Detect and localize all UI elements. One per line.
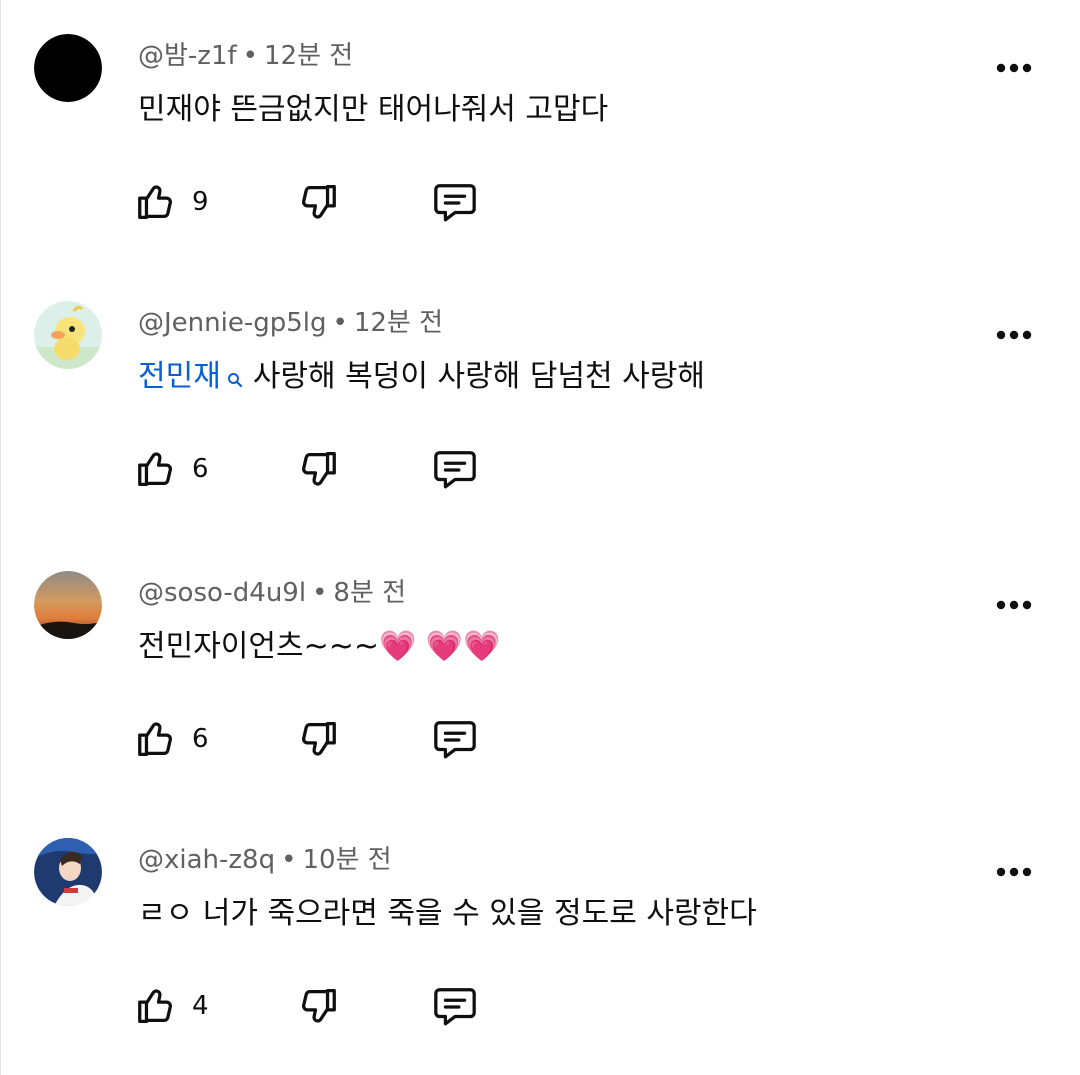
more-vertical-dots-icon	[996, 867, 1032, 877]
comment-icon	[434, 184, 476, 222]
more-options-button[interactable]	[994, 585, 1034, 625]
comment-actions: 6	[134, 715, 494, 763]
thumbs-down-icon	[302, 452, 336, 486]
comment-item: @xiah-z8q • 10분 전 ㄹㅇ 너가 죽으라면 죽을 수 있을 정도로 사…	[0, 804, 1080, 1071]
avatar[interactable]	[34, 571, 102, 639]
dislike-button[interactable]	[294, 178, 340, 226]
avatar-black-image	[34, 34, 102, 102]
dislike-button[interactable]	[294, 982, 340, 1030]
mention-link[interactable]: 전민재	[138, 359, 221, 394]
avatar[interactable]	[34, 838, 102, 906]
comment-time[interactable]: 10분 전	[302, 845, 391, 875]
comment-author[interactable]: @Jennie-gp5lg	[138, 308, 327, 338]
avatar-person-image	[34, 838, 102, 906]
thumbs-up-icon	[138, 452, 172, 486]
comment-meta: @밤-z1f • 12분 전	[138, 38, 353, 74]
more-vertical-dots-icon	[996, 600, 1032, 610]
meta-separator: •	[332, 308, 348, 338]
comment-meta: @xiah-z8q • 10분 전	[138, 842, 392, 878]
reply-button[interactable]	[430, 445, 480, 493]
thumbs-up-icon	[138, 989, 172, 1023]
thumbs-up-icon	[138, 185, 172, 219]
more-options-button[interactable]	[994, 315, 1034, 355]
comment-item: @밤-z1f • 12분 전 민재야 뜬금없지만 태어나줘서 고맙다 9	[0, 0, 1080, 267]
avatar[interactable]	[34, 34, 102, 102]
dislike-button[interactable]	[294, 445, 340, 493]
comment-text-row: 전민재 사랑해 복덩이 사랑해 담넘천 사랑해	[138, 355, 705, 401]
comment-author[interactable]: @xiah-z8q	[138, 845, 275, 875]
like-button[interactable]: 6	[134, 445, 209, 493]
more-options-button[interactable]	[994, 852, 1034, 892]
comment-time[interactable]: 12분 전	[354, 308, 443, 338]
meta-separator: •	[242, 41, 258, 71]
comment-icon	[434, 988, 476, 1026]
comment-text: 사랑해 복덩이 사랑해 담넘천 사랑해	[252, 359, 705, 394]
comment-icon	[434, 451, 476, 489]
comment-text: ㄹㅇ 너가 죽으라면 죽을 수 있을 정도로 사랑한다	[138, 896, 757, 931]
comment-text: 전민자이언츠~~~💗 💗💗	[138, 629, 501, 664]
more-vertical-dots-icon	[996, 330, 1032, 340]
meta-separator: •	[281, 845, 297, 875]
reply-button[interactable]	[430, 178, 480, 226]
comment-meta: @Jennie-gp5lg • 12분 전	[138, 305, 443, 341]
comment-author[interactable]: @soso-d4u9l	[138, 578, 306, 608]
more-options-button[interactable]	[994, 48, 1034, 88]
comment-actions: 9	[134, 178, 494, 226]
comment-meta: @soso-d4u9l • 8분 전	[138, 575, 406, 611]
comment-time[interactable]: 8분 전	[333, 578, 406, 608]
thumbs-up-icon	[138, 722, 172, 756]
like-count: 9	[192, 187, 209, 217]
like-button[interactable]: 9	[134, 178, 209, 226]
like-button[interactable]: 4	[134, 982, 209, 1030]
reply-button[interactable]	[430, 982, 480, 1030]
thumbs-down-icon	[302, 989, 336, 1023]
like-button[interactable]: 6	[134, 715, 209, 763]
search-icon	[227, 357, 243, 401]
comment-actions: 4	[134, 982, 494, 1030]
comment-time[interactable]: 12분 전	[264, 41, 353, 71]
comment-text: 민재야 뜬금없지만 태어나줘서 고맙다	[138, 92, 609, 127]
like-count: 4	[192, 991, 209, 1021]
avatar-sunset-image	[34, 571, 102, 639]
reply-button[interactable]	[430, 715, 480, 763]
more-vertical-dots-icon	[996, 63, 1032, 73]
comment-actions: 6	[134, 445, 494, 493]
avatar[interactable]	[34, 301, 102, 369]
meta-separator: •	[312, 578, 328, 608]
thumbs-down-icon	[302, 185, 336, 219]
dislike-button[interactable]	[294, 715, 340, 763]
like-count: 6	[192, 724, 209, 754]
thumbs-down-icon	[302, 722, 336, 756]
comment-icon	[434, 721, 476, 759]
comment-item: @soso-d4u9l • 8분 전 전민자이언츠~~~💗 💗💗 6	[0, 537, 1080, 804]
like-count: 6	[192, 454, 209, 484]
comment-item: @Jennie-gp5lg • 12분 전 전민재 사랑해 복덩이 사랑해 담넘천 사…	[0, 267, 1080, 534]
comment-author[interactable]: @밤-z1f	[138, 41, 237, 71]
avatar-duck-image	[34, 301, 102, 369]
